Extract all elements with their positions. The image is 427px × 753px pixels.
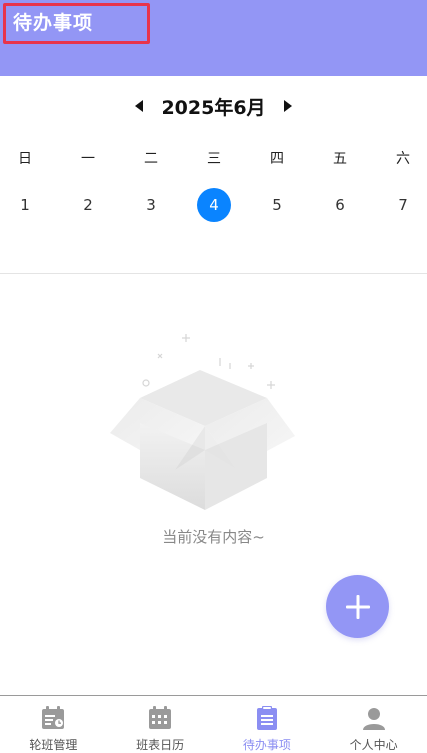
weekday-header-row: 日 一 二 三 四 五 六 — [0, 140, 427, 176]
date-cell[interactable]: 2 — [68, 187, 108, 223]
schedule-icon — [39, 704, 67, 732]
bottom-tab-bar: 轮班管理 班表日历 待办事项 个人中心 — [0, 695, 427, 753]
calendar-icon — [146, 704, 174, 732]
date-number: 1 — [20, 196, 30, 214]
weekday-label: 六 — [396, 151, 410, 167]
page-title: 待办事项 — [3, 3, 150, 44]
date-number: 6 — [335, 196, 345, 214]
date-cell[interactable]: 5 — [257, 187, 297, 223]
plus-icon — [345, 594, 370, 619]
next-month-button[interactable] — [276, 94, 300, 118]
weekday-label: 三 — [207, 151, 221, 167]
tab-label: 待办事项 — [242, 738, 291, 752]
date-number: 2 — [83, 196, 93, 214]
app-screen: 待办事项 2025年6月 日 一 二 三 四 五 六 1 2 3 4 5 6 7 — [0, 0, 427, 753]
tab-shift-management[interactable]: 轮班管理 — [0, 696, 107, 753]
prev-month-button[interactable] — [127, 94, 151, 118]
date-number: 7 — [398, 196, 408, 214]
weekday-label: 四 — [270, 151, 284, 167]
tab-label: 个人中心 — [349, 738, 398, 752]
header-bar: 待办事项 — [0, 0, 427, 76]
weekday-label: 二 — [144, 151, 158, 167]
add-todo-button[interactable] — [326, 575, 389, 638]
month-navigation: 2025年6月 — [0, 88, 427, 124]
date-cell[interactable]: 6 — [320, 187, 360, 223]
weekday-label: 一 — [81, 151, 95, 167]
date-cell-selected[interactable]: 4 — [194, 187, 234, 223]
caret-right-icon — [283, 100, 292, 112]
current-month-label: 2025年6月 — [161, 96, 266, 119]
tab-label: 班表日历 — [136, 738, 185, 752]
tab-profile[interactable]: 个人中心 — [320, 696, 427, 753]
clipboard-icon — [253, 704, 281, 732]
date-cell[interactable]: 3 — [131, 187, 171, 223]
tab-todo[interactable]: 待办事项 — [214, 696, 321, 753]
caret-left-icon — [135, 100, 144, 112]
empty-state-text: 当前没有内容~ — [162, 528, 265, 546]
empty-box-icon — [110, 334, 295, 510]
divider — [0, 273, 427, 274]
tab-label: 轮班管理 — [29, 738, 78, 752]
weekday-label: 五 — [333, 151, 347, 167]
date-cell[interactable]: 7 — [383, 187, 423, 223]
tab-shift-calendar[interactable]: 班表日历 — [107, 696, 214, 753]
date-cell[interactable]: 1 — [5, 187, 45, 223]
date-number: 3 — [146, 196, 156, 214]
date-number: 4 — [197, 188, 231, 222]
weekday-label: 日 — [18, 151, 32, 167]
date-row: 1 2 3 4 5 6 7 — [0, 187, 427, 223]
date-number: 5 — [272, 196, 282, 214]
user-icon — [360, 704, 388, 732]
